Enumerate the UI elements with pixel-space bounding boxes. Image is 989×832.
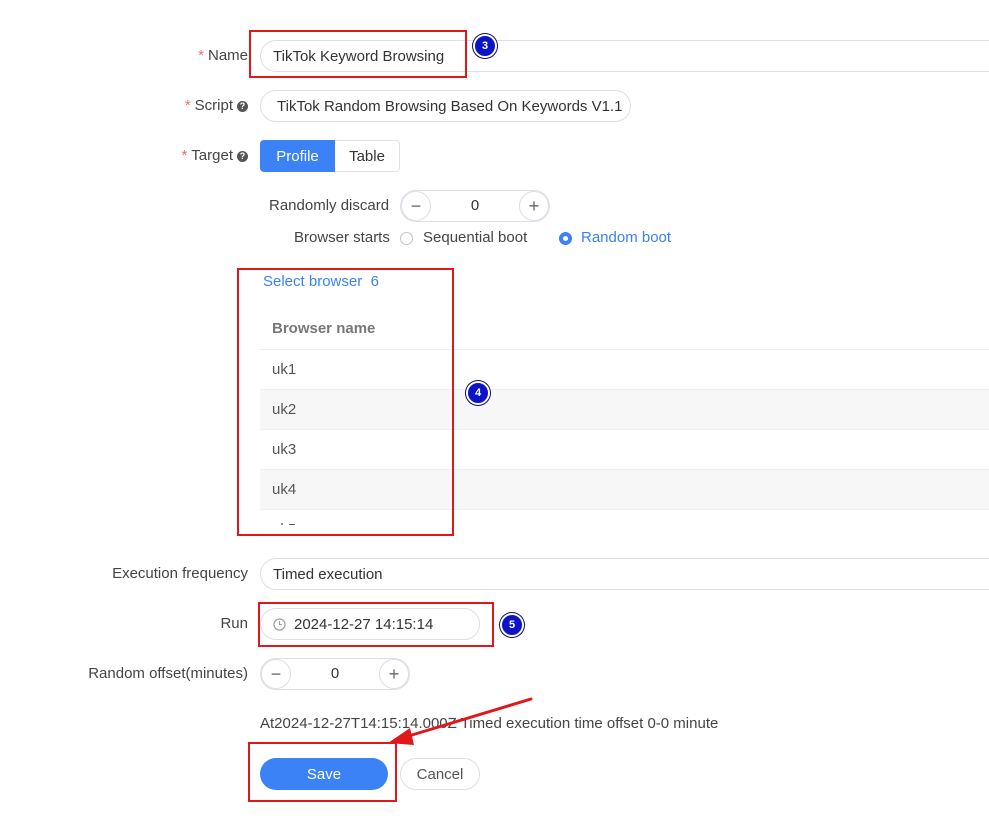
- random-offset-label: Random offset(minutes): [88, 665, 248, 682]
- minus-button[interactable]: −: [261, 659, 291, 689]
- help-icon[interactable]: ?: [237, 151, 248, 162]
- step-badge: 3: [473, 34, 497, 58]
- highlight-box: [258, 602, 494, 647]
- execution-frequency-label: Execution frequency: [112, 565, 248, 582]
- pointer-arrow-icon: [388, 697, 533, 745]
- script-select[interactable]: TikTok Random Browsing Based On Keywords…: [260, 90, 631, 122]
- highlight-box: [237, 268, 454, 536]
- randomly-discard-stepper[interactable]: − 0 +: [400, 190, 550, 222]
- execution-frequency-value: Timed execution: [273, 565, 383, 583]
- target-profile-tab[interactable]: Profile: [260, 140, 335, 172]
- target-label: * Target?: [181, 147, 248, 164]
- name-label: * Name: [198, 47, 248, 64]
- target-table-tab[interactable]: Table: [335, 140, 400, 172]
- sequential-boot-radio[interactable]: [400, 232, 413, 245]
- execution-frequency-select[interactable]: Timed execution: [260, 558, 989, 590]
- run-label: Run: [220, 615, 248, 632]
- random-offset-stepper[interactable]: − 0 +: [260, 658, 410, 690]
- step-badge: 4: [466, 381, 490, 405]
- random-boot-label[interactable]: Random boot: [581, 229, 671, 246]
- help-icon[interactable]: ?: [237, 101, 248, 112]
- highlight-box: [249, 30, 467, 78]
- step-badge: 5: [500, 613, 524, 637]
- random-offset-value[interactable]: 0: [291, 659, 379, 689]
- script-select-value: TikTok Random Browsing Based On Keywords…: [277, 97, 623, 115]
- minus-button[interactable]: −: [401, 191, 431, 221]
- randomly-discard-value[interactable]: 0: [431, 191, 519, 221]
- randomly-discard-label: Randomly discard: [269, 197, 390, 214]
- plus-button[interactable]: +: [379, 659, 409, 689]
- cancel-button[interactable]: Cancel: [400, 758, 480, 790]
- sequential-boot-label[interactable]: Sequential boot: [423, 229, 527, 246]
- script-label: * Script?: [185, 97, 248, 114]
- browser-starts-label: Browser starts: [294, 229, 390, 246]
- random-boot-radio[interactable]: [559, 232, 572, 245]
- plus-button[interactable]: +: [519, 191, 549, 221]
- highlight-box: [248, 742, 397, 802]
